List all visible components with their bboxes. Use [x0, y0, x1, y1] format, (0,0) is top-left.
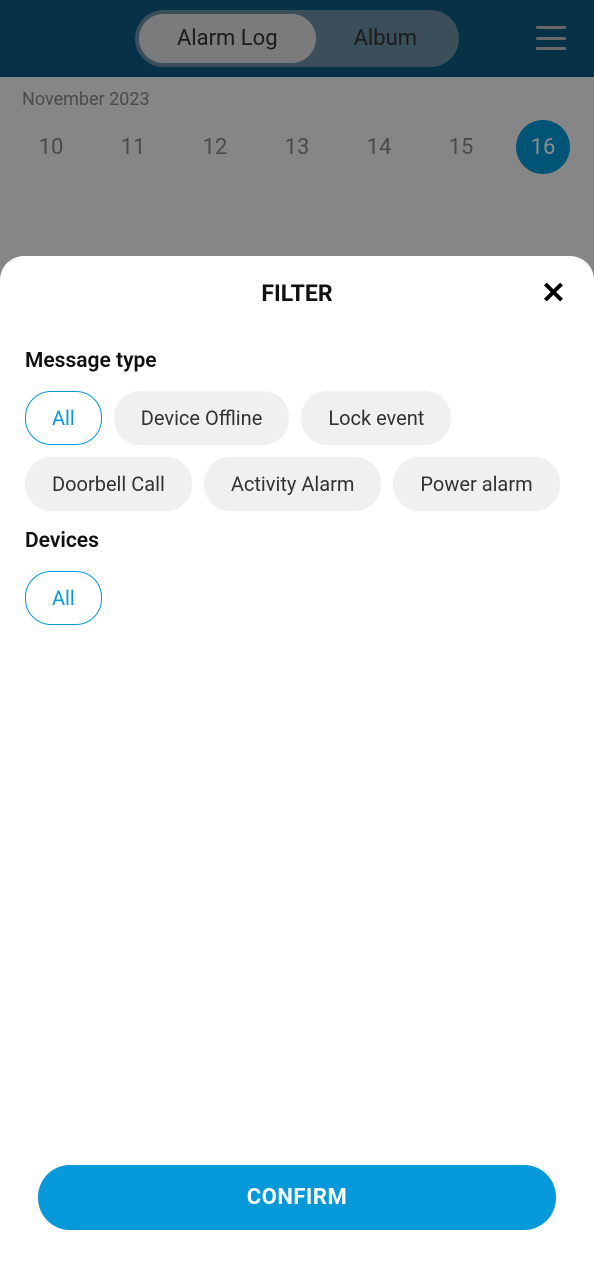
close-icon[interactable]: ✕	[541, 279, 566, 309]
filter-footer: CONFIRM	[0, 1165, 594, 1280]
chip-all-devices[interactable]: All	[25, 571, 102, 625]
filter-title: FILTER	[261, 280, 332, 307]
message-type-label: Message type	[25, 349, 569, 373]
filter-modal-header: FILTER ✕	[0, 256, 594, 331]
devices-label: Devices	[25, 529, 569, 553]
devices-chips: All	[25, 571, 569, 625]
chip-doorbell-call[interactable]: Doorbell Call	[25, 457, 192, 511]
filter-content: Message type All Device Offline Lock eve…	[0, 331, 594, 1165]
chip-lock-event[interactable]: Lock event	[301, 391, 451, 445]
filter-modal: FILTER ✕ Message type All Device Offline…	[0, 256, 594, 1280]
chip-power-alarm[interactable]: Power alarm	[393, 457, 559, 511]
chip-device-offline[interactable]: Device Offline	[114, 391, 290, 445]
message-type-chips: All Device Offline Lock event Doorbell C…	[25, 391, 569, 511]
confirm-button[interactable]: CONFIRM	[38, 1165, 556, 1230]
chip-activity-alarm[interactable]: Activity Alarm	[204, 457, 382, 511]
chip-all-messages[interactable]: All	[25, 391, 102, 445]
